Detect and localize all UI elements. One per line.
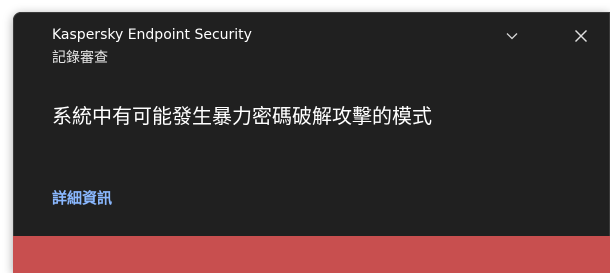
chevron-down-icon <box>506 33 518 40</box>
expand-button[interactable] <box>496 20 528 52</box>
notification-toast: Kaspersky Endpoint Security 記錄審查 系統中有可能發… <box>13 12 610 273</box>
notification-message: 系統中有可能發生暴力密碼破解攻擊的模式 <box>52 104 432 128</box>
close-icon <box>575 30 587 42</box>
notification-category: 記錄審查 <box>52 50 108 66</box>
close-button[interactable] <box>565 20 597 52</box>
severity-bar <box>13 236 610 273</box>
details-link[interactable]: 詳細資訊 <box>52 188 112 208</box>
app-name: Kaspersky Endpoint Security <box>52 27 252 43</box>
